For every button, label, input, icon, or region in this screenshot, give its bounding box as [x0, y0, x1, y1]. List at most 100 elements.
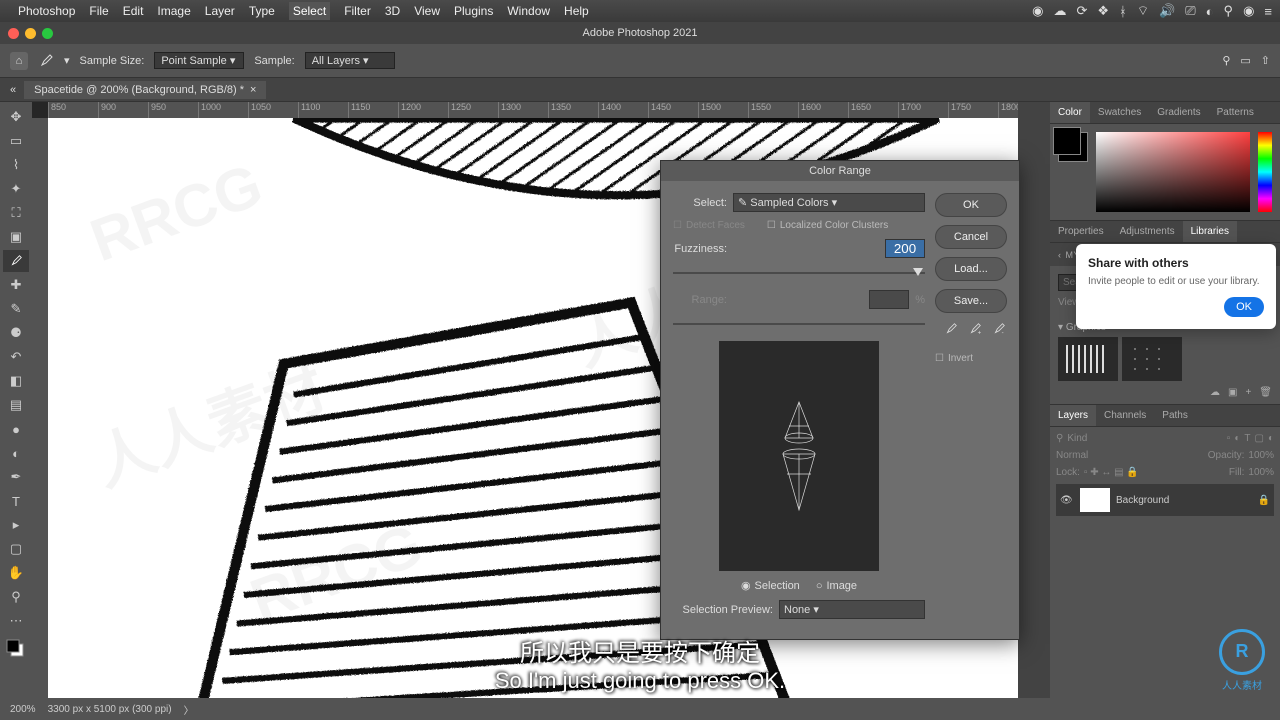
updates-icon[interactable]: ❖: [1097, 3, 1109, 19]
tab-libraries[interactable]: Libraries: [1183, 221, 1237, 242]
path-select-tool[interactable]: ▸: [3, 514, 29, 536]
screen-icon[interactable]: ⎚: [1185, 3, 1195, 19]
visibility-icon[interactable]: 👁: [1060, 495, 1074, 506]
radio-selection[interactable]: ◉Selection: [741, 579, 800, 592]
healing-tool[interactable]: ✚: [3, 274, 29, 296]
fuzziness-slider[interactable]: [673, 266, 925, 280]
zoom-window-icon[interactable]: [42, 28, 53, 39]
selection-preview-select[interactable]: None ▾: [779, 600, 925, 619]
quick-select-tool[interactable]: ✦: [3, 178, 29, 200]
tab-paths[interactable]: Paths: [1154, 405, 1196, 426]
ruler-vertical[interactable]: [32, 118, 48, 698]
zoom-tool[interactable]: ⚲: [3, 586, 29, 608]
hue-slider[interactable]: [1258, 132, 1272, 212]
menu-image[interactable]: Image: [157, 4, 190, 18]
eraser-tool[interactable]: ◧: [3, 370, 29, 392]
lasso-tool[interactable]: ⌇: [3, 154, 29, 176]
spotlight-icon[interactable]: ⚲: [1224, 3, 1234, 19]
graphic-thumb-1[interactable]: [1058, 337, 1118, 381]
fg-bg-swatch[interactable]: [1058, 132, 1088, 162]
localized-checkbox[interactable]: ☐ Localized Color Clusters: [767, 220, 888, 231]
radio-image[interactable]: ○Image: [816, 579, 857, 592]
eyedropper-subtract-icon[interactable]: -: [991, 321, 1007, 337]
fuzziness-input[interactable]: [885, 239, 925, 258]
minimize-window-icon[interactable]: [25, 28, 36, 39]
menu-edit[interactable]: Edit: [123, 4, 144, 18]
eyedropper-icon[interactable]: [943, 321, 959, 337]
menu-3d[interactable]: 3D: [385, 4, 400, 18]
menu-view[interactable]: View: [414, 4, 440, 18]
cancel-button[interactable]: Cancel: [935, 225, 1007, 249]
traffic-lights[interactable]: [8, 28, 53, 39]
layer-thumb[interactable]: [1080, 488, 1110, 512]
move-tool[interactable]: ✥: [3, 106, 29, 128]
dodge-tool[interactable]: ◐: [3, 442, 29, 464]
menu-type[interactable]: Type: [249, 4, 275, 18]
ok-button[interactable]: OK: [935, 193, 1007, 217]
stamp-tool[interactable]: ⚈: [3, 322, 29, 344]
volume-icon[interactable]: 🔊: [1159, 3, 1175, 19]
cloud-sync-icon[interactable]: ☁: [1210, 387, 1220, 398]
brush-tool[interactable]: ✎: [3, 298, 29, 320]
type-tool[interactable]: T: [3, 490, 29, 512]
eyedropper-tool-icon[interactable]: [38, 53, 54, 69]
crop-tool[interactable]: ⛶: [3, 202, 29, 224]
graphic-thumb-2[interactable]: [1122, 337, 1182, 381]
menu-file[interactable]: File: [89, 4, 108, 18]
ruler-horizontal[interactable]: 8509009501000105011001150120012501300135…: [48, 102, 1050, 118]
menu-window[interactable]: Window: [507, 4, 550, 18]
color-field[interactable]: [1096, 132, 1250, 212]
lib-folder-icon[interactable]: ▣: [1228, 387, 1237, 398]
load-button[interactable]: Load...: [935, 257, 1007, 281]
cc-icon[interactable]: ◉: [1032, 3, 1043, 19]
fg-bg-colors[interactable]: [3, 638, 29, 660]
tab-layers[interactable]: Layers: [1050, 405, 1096, 426]
lib-add-icon[interactable]: +: [1245, 387, 1251, 398]
tab-properties[interactable]: Properties: [1050, 221, 1112, 242]
tab-adjustments[interactable]: Adjustments: [1112, 221, 1183, 242]
gradient-tool[interactable]: ▤: [3, 394, 29, 416]
pen-tool[interactable]: ✒: [3, 466, 29, 488]
lib-trash-icon[interactable]: 🗑: [1259, 387, 1272, 398]
select-dropdown[interactable]: ✎ Sampled Colors ▾: [733, 193, 925, 212]
menu-plugins[interactable]: Plugins: [454, 4, 493, 18]
eyedropper-tool[interactable]: [3, 250, 29, 272]
menu-layer[interactable]: Layer: [205, 4, 235, 18]
marquee-tool[interactable]: ▭: [3, 130, 29, 152]
menu-select[interactable]: Select: [289, 2, 330, 20]
notif-icon[interactable]: ≡: [1264, 4, 1272, 19]
siri-icon[interactable]: ◉: [1243, 3, 1254, 19]
popup-ok-button[interactable]: OK: [1224, 297, 1264, 317]
tab-gradients[interactable]: Gradients: [1149, 102, 1208, 123]
invert-checkbox[interactable]: ☐ Invert: [935, 353, 1007, 364]
close-tab-icon[interactable]: ×: [250, 84, 256, 96]
sample-select[interactable]: All Layers ▾: [305, 52, 395, 69]
search-icon[interactable]: ⚲: [1222, 54, 1230, 67]
home-icon[interactable]: ⌂: [10, 52, 28, 70]
layer-background[interactable]: 👁 Background 🔒: [1056, 484, 1274, 516]
menu-app[interactable]: Photoshop: [18, 4, 75, 18]
save-button[interactable]: Save...: [935, 289, 1007, 313]
share-icon[interactable]: ⇧: [1261, 54, 1270, 67]
eyedropper-add-icon[interactable]: +: [967, 321, 983, 337]
document-tab[interactable]: Spacetide @ 200% (Background, RGB/8) * ×: [24, 81, 266, 99]
tab-channels[interactable]: Channels: [1096, 405, 1154, 426]
bluetooth-icon[interactable]: ᚼ: [1119, 4, 1127, 19]
close-window-icon[interactable]: [8, 28, 19, 39]
lock-icon[interactable]: 🔒: [1258, 495, 1270, 506]
workspace-icon[interactable]: ▭: [1240, 54, 1250, 67]
wifi-icon[interactable]: ⌔: [1137, 3, 1149, 19]
menu-filter[interactable]: Filter: [344, 4, 371, 18]
menu-help[interactable]: Help: [564, 4, 589, 18]
hand-tool[interactable]: ✋: [3, 562, 29, 584]
zoom-level[interactable]: 200%: [10, 704, 36, 715]
tab-patterns[interactable]: Patterns: [1209, 102, 1262, 123]
tab-swatches[interactable]: Swatches: [1090, 102, 1149, 123]
edit-toolbar[interactable]: ⋯: [3, 610, 29, 632]
cloud-icon[interactable]: ☁: [1053, 3, 1066, 19]
sync-icon[interactable]: ⟳: [1076, 3, 1087, 19]
tab-color[interactable]: Color: [1050, 102, 1090, 123]
cc-status-icon[interactable]: ◐: [1206, 4, 1214, 19]
frame-tool[interactable]: ▣: [3, 226, 29, 248]
shape-tool[interactable]: ▢: [3, 538, 29, 560]
